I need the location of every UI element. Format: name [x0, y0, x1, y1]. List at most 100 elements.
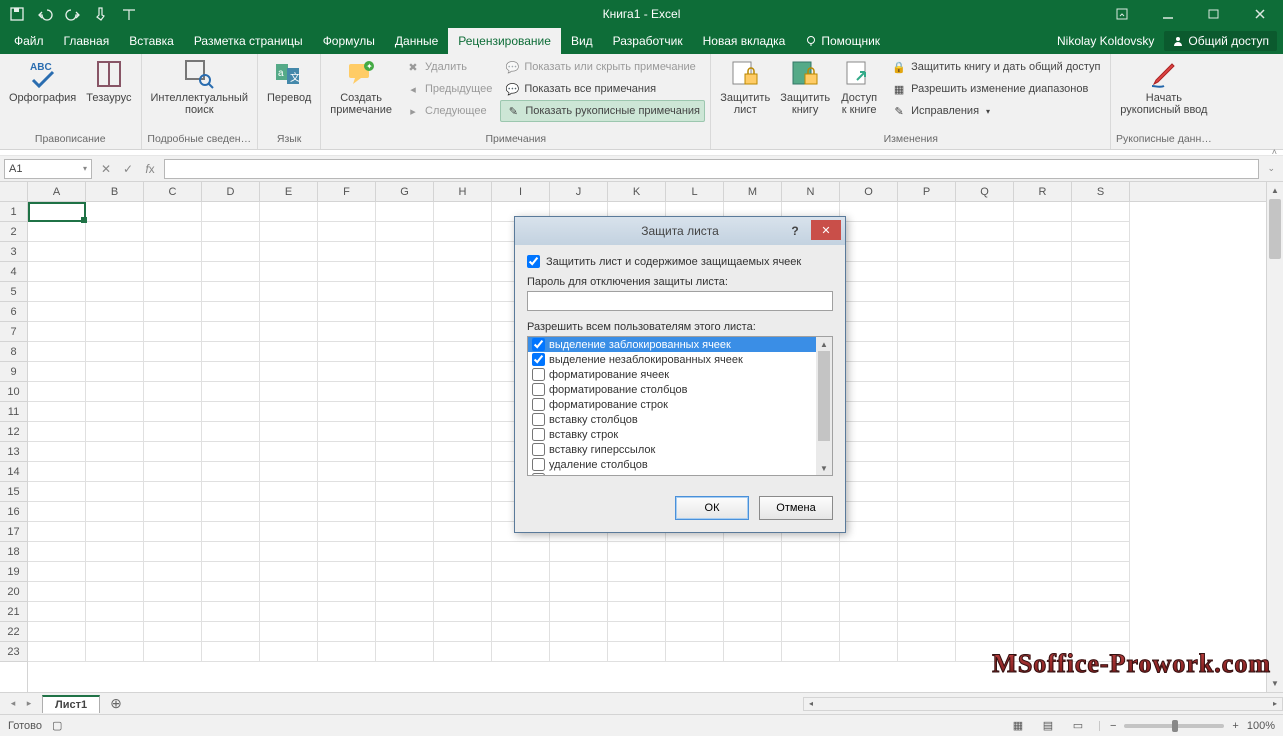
formula-input[interactable]	[164, 159, 1259, 179]
undo-icon[interactable]	[34, 3, 56, 25]
row-header[interactable]: 23	[0, 642, 27, 662]
cancel-button[interactable]: Отмена	[759, 496, 833, 520]
row-header[interactable]: 1	[0, 202, 27, 222]
vscroll-thumb[interactable]	[1269, 199, 1281, 259]
perm-scroll-thumb[interactable]	[818, 351, 830, 441]
delete-comment-button[interactable]: ✖Удалить	[401, 56, 496, 78]
permission-item[interactable]: форматирование строк	[528, 397, 816, 412]
page-break-view-icon[interactable]: ▭	[1067, 717, 1089, 735]
col-header[interactable]: D	[202, 182, 260, 201]
select-all-corner[interactable]	[0, 182, 28, 202]
prev-comment-button[interactable]: ◂Предыдущее	[401, 78, 496, 100]
permission-checkbox[interactable]	[532, 428, 545, 441]
permission-item[interactable]: вставку гиперссылок	[528, 442, 816, 457]
tell-me[interactable]: Помощник	[795, 28, 890, 54]
row-header[interactable]: 9	[0, 362, 27, 382]
spelling-button[interactable]: ABC Орфография	[4, 56, 81, 106]
cancel-fx-icon[interactable]: ✕	[96, 159, 116, 179]
row-header[interactable]: 19	[0, 562, 27, 582]
show-hide-comment-button[interactable]: 💬Показать или скрыть примечание	[500, 56, 705, 78]
row-header[interactable]: 12	[0, 422, 27, 442]
dialog-close-icon[interactable]: ✕	[811, 220, 841, 240]
collapse-ribbon-icon[interactable]: ˄	[1272, 147, 1277, 157]
track-changes-button[interactable]: ✎Исправления▾	[887, 100, 1104, 122]
row-header[interactable]: 6	[0, 302, 27, 322]
col-header[interactable]: S	[1072, 182, 1130, 201]
permission-checkbox[interactable]	[532, 368, 545, 381]
col-header[interactable]: F	[318, 182, 376, 201]
tab-данные[interactable]: Данные	[385, 28, 448, 54]
permission-item[interactable]: выделение заблокированных ячеек	[528, 337, 816, 352]
permission-checkbox[interactable]	[532, 443, 545, 456]
tab-разработчик[interactable]: Разработчик	[603, 28, 693, 54]
scroll-down-icon[interactable]: ▼	[1267, 675, 1283, 692]
tab-новая-вкладка[interactable]: Новая вкладка	[693, 28, 796, 54]
smart-lookup-button[interactable]: Интеллектуальный поиск	[146, 56, 253, 118]
row-header[interactable]: 16	[0, 502, 27, 522]
share-workbook-button[interactable]: Доступ к книге	[835, 56, 883, 118]
horizontal-scrollbar[interactable]: ◂ ▸	[803, 697, 1283, 711]
row-header[interactable]: 21	[0, 602, 27, 622]
zoom-slider[interactable]	[1124, 724, 1224, 728]
permission-checkbox[interactable]	[532, 383, 545, 396]
row-header[interactable]: 20	[0, 582, 27, 602]
col-header[interactable]: J	[550, 182, 608, 201]
permission-checkbox[interactable]	[532, 398, 545, 411]
expand-fx-icon[interactable]: ⌄	[1263, 163, 1279, 174]
permission-item[interactable]: вставку строк	[528, 427, 816, 442]
col-header[interactable]: B	[86, 182, 144, 201]
permission-item[interactable]: выделение незаблокированных ячеек	[528, 352, 816, 367]
minimize-icon[interactable]	[1145, 0, 1191, 28]
new-comment-button[interactable]: ✦ Создать примечание	[325, 56, 397, 118]
row-header[interactable]: 11	[0, 402, 27, 422]
row-header[interactable]: 2	[0, 222, 27, 242]
new-sheet-button[interactable]: ⊕	[100, 695, 132, 712]
qat-customize-icon[interactable]	[118, 3, 140, 25]
col-header[interactable]: R	[1014, 182, 1072, 201]
protect-share-button[interactable]: 🔒Защитить книгу и дать общий доступ	[887, 56, 1104, 78]
row-header[interactable]: 15	[0, 482, 27, 502]
col-header[interactable]: M	[724, 182, 782, 201]
permissions-scrollbar[interactable]: ▲ ▼	[816, 337, 832, 475]
save-icon[interactable]	[6, 3, 28, 25]
permission-checkbox[interactable]	[532, 353, 545, 366]
row-header[interactable]: 10	[0, 382, 27, 402]
close-icon[interactable]	[1237, 0, 1283, 28]
page-layout-view-icon[interactable]: ▤	[1037, 717, 1059, 735]
ribbon-options-icon[interactable]	[1099, 0, 1145, 28]
ok-button[interactable]: ОК	[675, 496, 749, 520]
normal-view-icon[interactable]: ▦	[1007, 717, 1029, 735]
tab-вставка[interactable]: Вставка	[119, 28, 184, 54]
col-header[interactable]: N	[782, 182, 840, 201]
row-header[interactable]: 8	[0, 342, 27, 362]
tab-главная[interactable]: Главная	[54, 28, 120, 54]
dialog-titlebar[interactable]: Защита листа ? ✕	[515, 217, 845, 245]
col-header[interactable]: C	[144, 182, 202, 201]
col-header[interactable]: L	[666, 182, 724, 201]
row-header[interactable]: 13	[0, 442, 27, 462]
tab-файл[interactable]: Файл	[4, 28, 54, 54]
perm-scroll-up-icon[interactable]: ▲	[820, 337, 828, 351]
tab-nav-prev-icon[interactable]: ◂	[6, 698, 20, 709]
tab-разметка-страницы[interactable]: Разметка страницы	[184, 28, 313, 54]
scroll-right-icon[interactable]: ▸	[1268, 699, 1282, 708]
row-header[interactable]: 18	[0, 542, 27, 562]
zoom-out-icon[interactable]: −	[1110, 720, 1116, 732]
col-header[interactable]: Q	[956, 182, 1014, 201]
zoom-level[interactable]: 100%	[1247, 720, 1275, 732]
permission-item[interactable]: вставку столбцов	[528, 412, 816, 427]
name-box[interactable]: A1▾	[4, 159, 92, 179]
next-comment-button[interactable]: ▸Следующее	[401, 100, 496, 122]
permission-item[interactable]: форматирование ячеек	[528, 367, 816, 382]
share-button[interactable]: Общий доступ	[1164, 31, 1277, 51]
protect-workbook-button[interactable]: Защитить книгу	[775, 56, 835, 118]
col-header[interactable]: I	[492, 182, 550, 201]
tab-формулы[interactable]: Формулы	[313, 28, 385, 54]
row-header[interactable]: 14	[0, 462, 27, 482]
password-input[interactable]	[527, 291, 833, 311]
row-header[interactable]: 17	[0, 522, 27, 542]
row-header[interactable]: 22	[0, 622, 27, 642]
thesaurus-button[interactable]: Тезаурус	[81, 56, 136, 106]
row-header[interactable]: 5	[0, 282, 27, 302]
col-header[interactable]: G	[376, 182, 434, 201]
